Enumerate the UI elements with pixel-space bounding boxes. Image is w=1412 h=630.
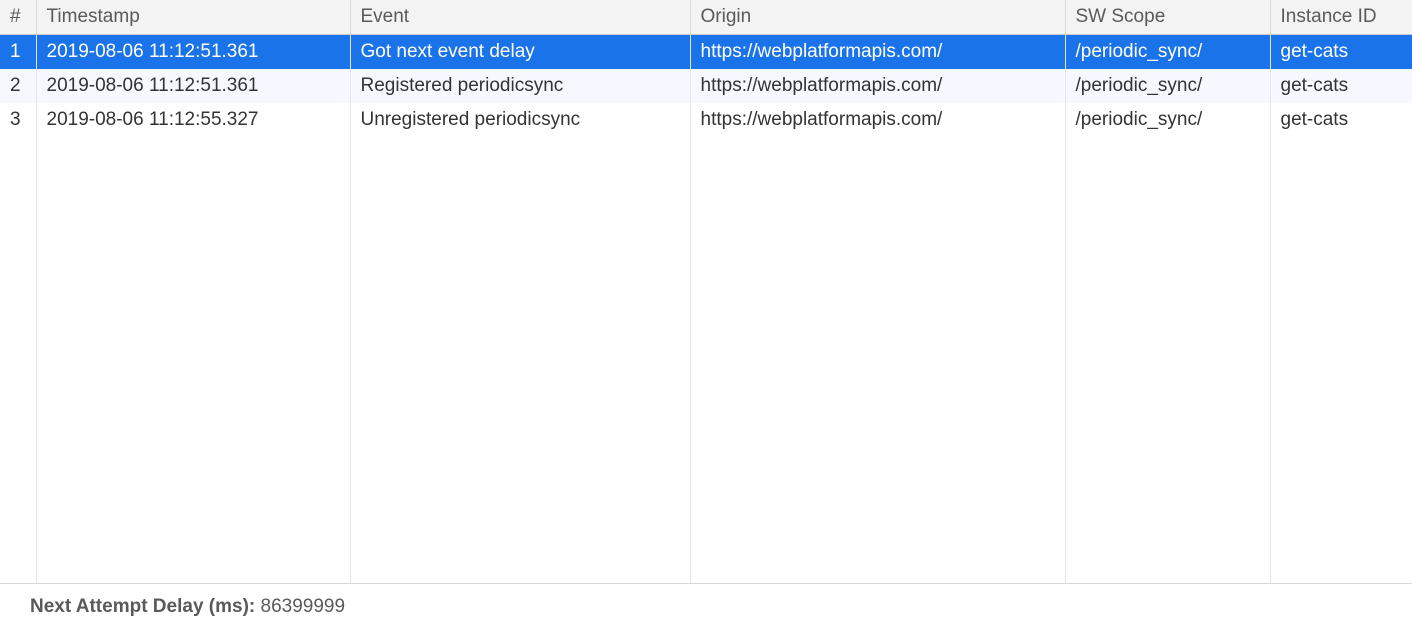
table-row[interactable]: 32019-08-06 11:12:55.327Unregistered per… — [0, 103, 1412, 137]
cell-sw-scope: /periodic_sync/ — [1065, 103, 1270, 137]
cell-number: 2 — [0, 69, 36, 103]
column-header-sw-scope[interactable]: SW Scope — [1065, 0, 1270, 35]
cell-number: 3 — [0, 103, 36, 137]
column-header-number[interactable]: # — [0, 0, 36, 35]
cell-timestamp: 2019-08-06 11:12:51.361 — [36, 69, 350, 103]
events-table: # Timestamp Event Origin SW Scope Instan… — [0, 0, 1412, 583]
next-attempt-delay-label: Next Attempt Delay (ms): — [30, 596, 261, 617]
events-table-container: # Timestamp Event Origin SW Scope Instan… — [0, 0, 1412, 584]
cell-instance-id: get-cats — [1270, 69, 1412, 103]
cell-event: Unregistered periodicsync — [350, 103, 690, 137]
cell-instance-id: get-cats — [1270, 103, 1412, 137]
cell-timestamp: 2019-08-06 11:12:51.361 — [36, 35, 350, 70]
next-attempt-delay-value: 86399999 — [261, 596, 346, 617]
cell-origin: https://webplatformapis.com/ — [690, 103, 1065, 137]
cell-sw-scope: /periodic_sync/ — [1065, 35, 1270, 70]
cell-number: 1 — [0, 35, 36, 70]
column-header-instance-id[interactable]: Instance ID — [1270, 0, 1412, 35]
table-row[interactable]: 12019-08-06 11:12:51.361Got next event d… — [0, 35, 1412, 70]
footer-bar: Next Attempt Delay (ms): 86399999 — [0, 584, 1412, 630]
column-header-event[interactable]: Event — [350, 0, 690, 35]
cell-origin: https://webplatformapis.com/ — [690, 69, 1065, 103]
table-row[interactable]: 22019-08-06 11:12:51.361Registered perio… — [0, 69, 1412, 103]
cell-sw-scope: /periodic_sync/ — [1065, 69, 1270, 103]
cell-event: Registered periodicsync — [350, 69, 690, 103]
column-header-timestamp[interactable]: Timestamp — [36, 0, 350, 35]
table-header-row: # Timestamp Event Origin SW Scope Instan… — [0, 0, 1412, 35]
table-filler-row — [0, 137, 1412, 583]
cell-instance-id: get-cats — [1270, 35, 1412, 70]
column-header-origin[interactable]: Origin — [690, 0, 1065, 35]
cell-timestamp: 2019-08-06 11:12:55.327 — [36, 103, 350, 137]
cell-origin: https://webplatformapis.com/ — [690, 35, 1065, 70]
cell-event: Got next event delay — [350, 35, 690, 70]
